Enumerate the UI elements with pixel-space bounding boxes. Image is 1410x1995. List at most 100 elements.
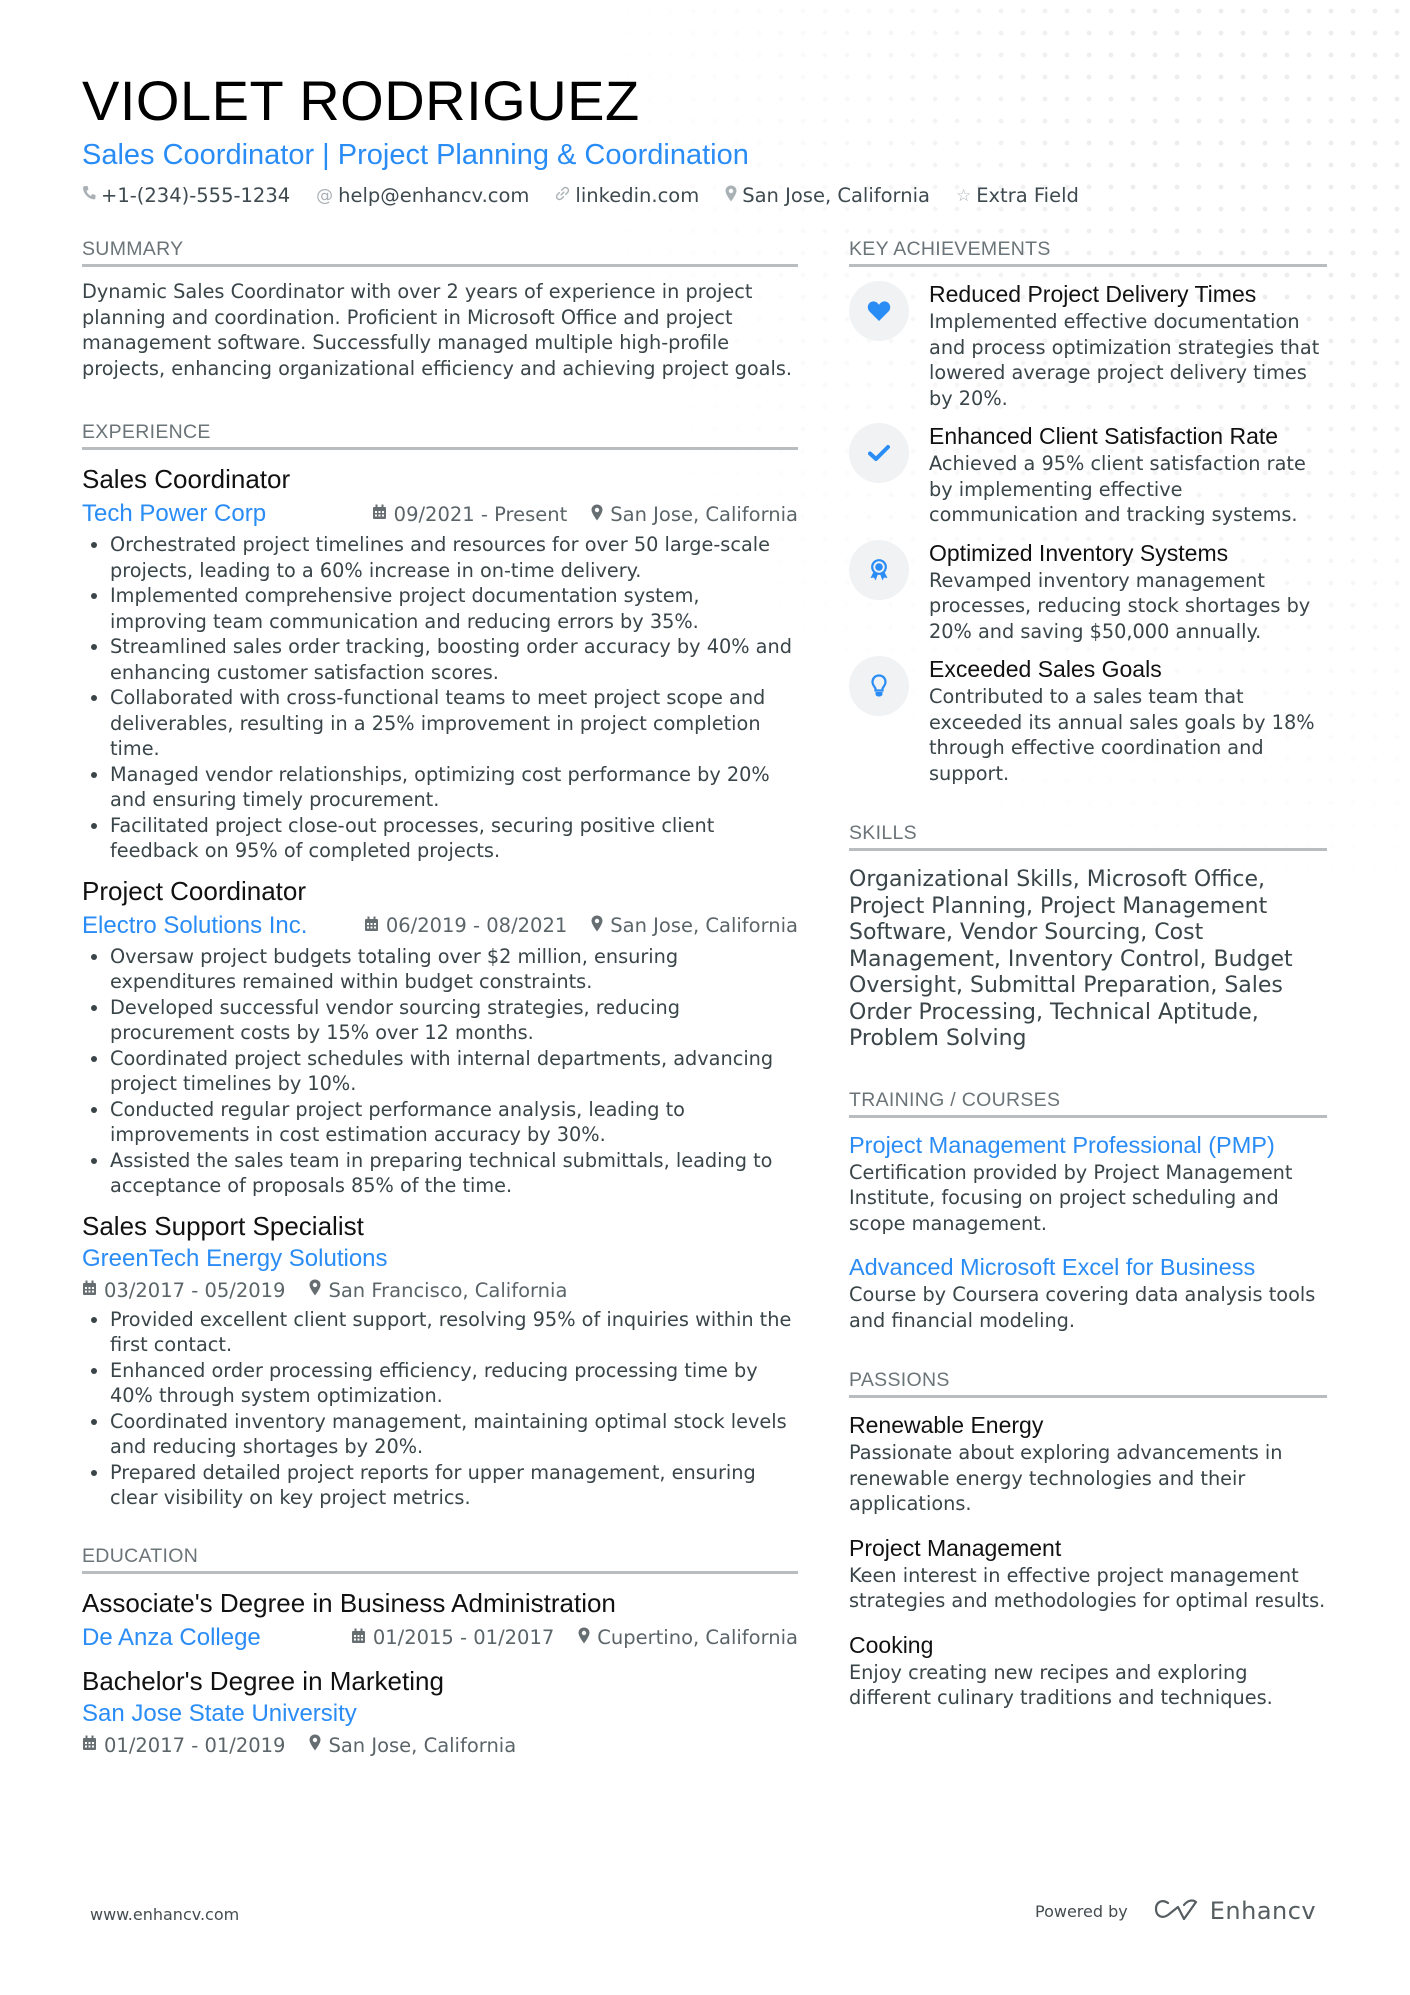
dates-text: 09/2021 - Present <box>393 502 568 526</box>
achievement-item: Reduced Project Delivery Times Implement… <box>849 279 1327 411</box>
contact-text: help@enhancv.com <box>338 184 530 207</box>
experience-entry: Project Coordinator Electro Solutions In… <box>82 874 798 1199</box>
education-section: EDUCATION Associate's Degree in Business… <box>82 1543 798 1760</box>
bullet-item: Collaborated with cross-functional teams… <box>110 685 798 762</box>
right-column: KEY ACHIEVEMENTS Reduced Project Deliver… <box>849 236 1327 1711</box>
bullet-item: Facilitated project close-out processes,… <box>110 813 798 864</box>
dates-text: 03/2017 - 05/2019 <box>104 1278 286 1302</box>
education-location: Cupertino, California <box>578 1626 798 1649</box>
location-pin-icon <box>309 1732 321 1760</box>
location-pin-icon <box>591 504 603 525</box>
award-ribbon-icon <box>849 539 909 600</box>
job-location: San Francisco, California <box>309 1277 567 1305</box>
brand-name: Enhancv <box>1209 1897 1317 1925</box>
link-icon <box>555 186 570 206</box>
candidate-name: VIOLET RODRIGUEZ <box>82 69 640 132</box>
job-title: Sales Coordinator <box>82 464 291 494</box>
location-pin-icon <box>309 1277 321 1305</box>
skills-section: SKILLS Organizational Skills, Microsoft … <box>849 820 1327 1053</box>
contact-phone[interactable]: +1-(234)-555-1234 <box>82 184 290 207</box>
job-title: Sales Support Specialist <box>82 1210 364 1241</box>
section-heading: PASSIONS <box>849 1367 1327 1398</box>
bullet-item: Managed vendor relationships, optimizing… <box>110 762 798 813</box>
passion-title: Cooking <box>849 1631 934 1658</box>
section-heading: SKILLS <box>849 820 1327 851</box>
bullet-item: Oversaw project budgets totaling over $2… <box>110 944 798 995</box>
location-text: San Jose, California <box>610 502 798 526</box>
contact-extra-field: ☆ Extra Field <box>956 184 1079 207</box>
achievement-title: Exceeded Sales Goals <box>929 656 1162 682</box>
passion-title: Renewable Energy <box>849 1412 1044 1438</box>
footer-branding: Powered by Enhancv <box>1035 1897 1316 1925</box>
bullet-item: Coordinated project schedules with inter… <box>110 1046 798 1097</box>
star-icon: ☆ <box>955 185 972 206</box>
section-heading: EXPERIENCE <box>82 419 798 450</box>
job-dates: 03/2017 - 05/2019 <box>82 1277 285 1305</box>
passion-item: Cooking Enjoy creating new recipes and e… <box>849 1630 1327 1711</box>
passion-description: Enjoy creating new recipes and exploring… <box>849 1660 1273 1710</box>
contact-text: +1-(234)-555-1234 <box>101 184 291 207</box>
at-icon: @ <box>316 185 334 206</box>
skills-list: Organizational Skills, Microsoft Office,… <box>849 867 1293 1051</box>
calendar-icon <box>372 504 387 524</box>
contact-location: San Jose, California <box>725 184 930 207</box>
course-title[interactable]: Advanced Microsoft Excel for Business <box>849 1252 1327 1282</box>
phone-icon <box>82 185 96 206</box>
course-item: Project Management Professional (PMP) Ce… <box>849 1130 1327 1237</box>
section-heading: TRAINING / COURSES <box>849 1087 1327 1118</box>
bullet-item: Provided excellent client support, resol… <box>110 1307 798 1358</box>
experience-entry: Sales Coordinator Tech Power Corp 09/202… <box>82 462 798 864</box>
location-pin-icon <box>725 185 737 207</box>
footer-website-link[interactable]: www.enhancv.com <box>90 1905 239 1924</box>
dates-text: 06/2019 - 08/2021 <box>385 914 568 937</box>
achievement-item: Optimized Inventory Systems Revamped inv… <box>849 538 1327 645</box>
job-bullets: Orchestrated project timelines and resou… <box>82 532 798 864</box>
job-location: San Jose, California <box>591 914 798 937</box>
passion-item: Project Management Keen interest in effe… <box>849 1533 1327 1614</box>
company-name[interactable]: GreenTech Energy Solutions <box>82 1243 798 1275</box>
summary-section: SUMMARY Dynamic Sales Coordinator with o… <box>82 236 798 381</box>
section-heading: SUMMARY <box>82 236 798 267</box>
resume-header: VIOLET RODRIGUEZ Sales Coordinator | Pro… <box>82 69 1332 208</box>
achievement-title: Optimized Inventory Systems <box>929 539 1229 566</box>
dates-text: 01/2015 - 01/2017 <box>372 1626 555 1649</box>
course-item: Advanced Microsoft Excel for Business Co… <box>849 1252 1327 1333</box>
achievement-description: Achieved a 95% client satisfaction rate … <box>929 452 1306 526</box>
checkmark-icon <box>849 423 909 483</box>
passion-item: Renewable Energy Passionate about explor… <box>849 1410 1327 1517</box>
experience-entry: Sales Support Specialist GreenTech Energ… <box>82 1209 798 1511</box>
enhancv-logo[interactable]: Enhancv <box>1154 1897 1316 1925</box>
education-entry: Associate's Degree in Business Administr… <box>82 1586 798 1654</box>
contact-linkedin[interactable]: linkedin.com <box>555 184 699 207</box>
bullet-item: Enhanced order processing efficiency, re… <box>110 1358 798 1409</box>
degree-title: Bachelor's Degree in Marketing <box>82 1665 444 1696</box>
section-heading: EDUCATION <box>82 1543 798 1574</box>
job-title: Project Coordinator <box>82 875 306 906</box>
course-title[interactable]: Project Management Professional (PMP) <box>849 1130 1327 1160</box>
lightbulb-icon <box>849 656 909 716</box>
candidate-title: Sales Coordinator | Project Planning & C… <box>82 139 749 171</box>
enhancv-logo-icon <box>1154 1899 1197 1921</box>
location-text: San Jose, California <box>328 1733 517 1757</box>
location-pin-icon <box>578 1627 590 1648</box>
location-text: San Jose, California <box>610 914 798 937</box>
passion-description: Passionate about exploring advancements … <box>849 1441 1283 1515</box>
achievement-title: Enhanced Client Satisfaction Rate <box>929 423 1279 449</box>
school-name[interactable]: San Jose State University <box>82 1698 798 1730</box>
passion-title: Project Management <box>849 1534 1062 1561</box>
bullet-item: Coordinated inventory management, mainta… <box>110 1409 798 1460</box>
bullet-item: Orchestrated project timelines and resou… <box>110 532 798 583</box>
school-name[interactable]: De Anza College <box>82 1622 261 1654</box>
job-dates: 09/2021 - Present <box>372 502 568 526</box>
passion-description: Keen interest in effective project manag… <box>849 1563 1326 1613</box>
calendar-icon <box>82 1732 97 1760</box>
calendar-icon <box>82 1277 97 1305</box>
powered-by-label: Powered by <box>1035 1901 1128 1921</box>
contact-bar: +1-(234)-555-1234 @ help@enhancv.com lin… <box>82 184 1332 207</box>
contact-email[interactable]: @ help@enhancv.com <box>316 184 529 207</box>
location-pin-icon <box>591 915 603 936</box>
company-name[interactable]: Electro Solutions Inc. <box>82 910 307 942</box>
education-entry: Bachelor's Degree in Marketing San Jose … <box>82 1664 798 1760</box>
company-name[interactable]: Tech Power Corp <box>82 498 266 530</box>
job-location: San Jose, California <box>591 503 798 526</box>
